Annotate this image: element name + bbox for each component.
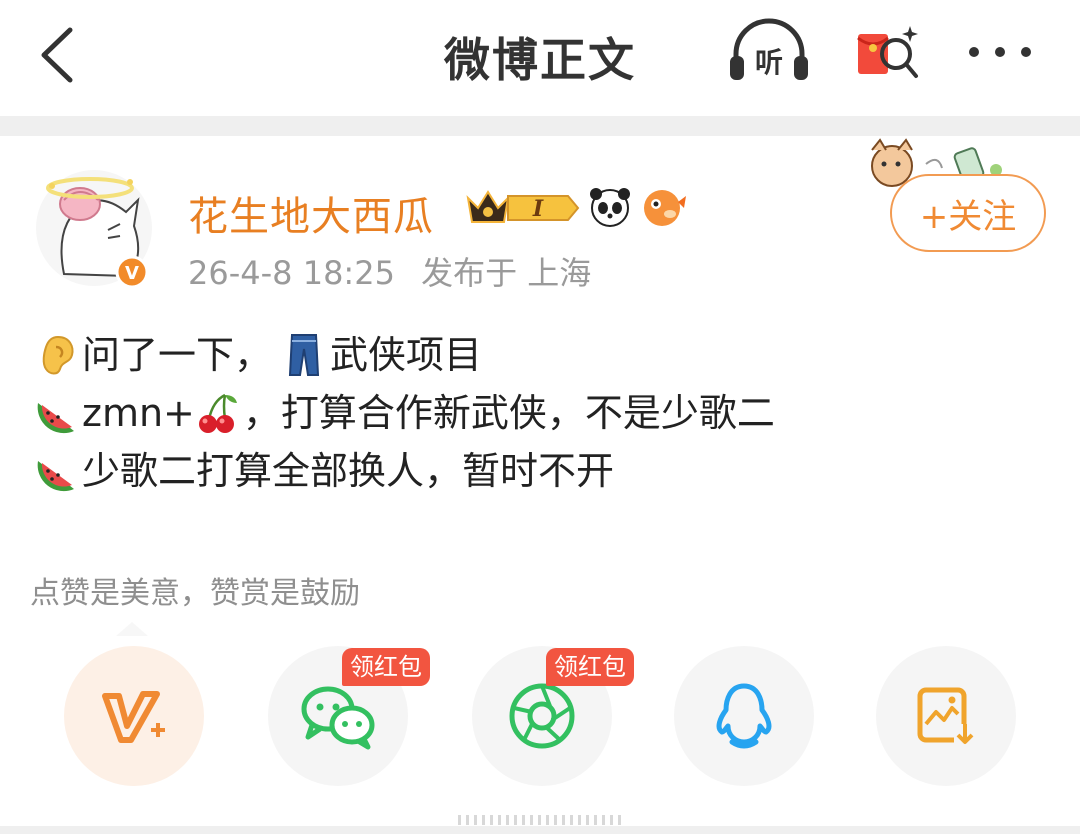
top-bar: 微博正文 听 (0, 0, 1080, 116)
watermelon-emoji-icon (37, 403, 74, 434)
listen-button[interactable]: 听 (724, 16, 814, 86)
cherries-emoji-icon (198, 393, 237, 433)
avatar[interactable]: V (34, 164, 154, 289)
user-badges: I (464, 184, 690, 228)
wechat-red-packet-tag: 领红包 (342, 648, 430, 686)
reward-hint: 点赞是美意，赞赏是鼓励 (30, 576, 360, 611)
bottom-divider (0, 826, 1080, 834)
post-line-1: 问了一下， 武侠项目 (34, 326, 775, 384)
save-image-icon (917, 687, 976, 746)
hint-pointer (116, 622, 148, 636)
post-content: 问了一下， 武侠项目 zmn+ ，打算合作新武侠，不是少歌二 少歌二打算全部换人… (34, 326, 775, 500)
svg-text:I: I (532, 196, 544, 222)
post-location: 发布于 上海 (421, 254, 592, 292)
moments-icon (509, 683, 575, 749)
post-line-2-text-b: ，打算合作新武侠，不是少歌二 (242, 391, 775, 435)
post-line-2-text-a: zmn+ (82, 391, 195, 435)
post-line-3-text: 少歌二打算全部换人，暂时不开 (82, 449, 615, 493)
more-button[interactable] (964, 40, 1036, 64)
post-line-1-text-b: 武侠项目 (330, 333, 483, 377)
follow-button[interactable]: +关注 (890, 174, 1046, 252)
avatar-image: V (36, 170, 152, 289)
post-line-3: 少歌二打算全部换人，暂时不开 (34, 442, 775, 500)
share-qq-button[interactable] (674, 646, 814, 786)
ear-emoji-icon (42, 335, 74, 375)
listen-label: 听 (755, 46, 783, 79)
user-name[interactable]: 花生地大西瓜 (188, 184, 434, 242)
section-divider (0, 116, 1080, 136)
watermelon-emoji-icon (37, 461, 74, 492)
headphones-icon: 听 (730, 18, 808, 80)
save-image-button[interactable] (876, 646, 1016, 786)
more-dots-icon (969, 47, 1031, 57)
crown-level-icon[interactable]: I (466, 190, 580, 223)
wechat-icon (301, 686, 375, 750)
jeans-emoji-icon (288, 334, 320, 376)
post-line-1-text-a: 问了一下， (82, 333, 273, 377)
post-meta: 26-4-8 18:25 发布于 上海 (188, 248, 591, 294)
svg-text:V: V (125, 263, 139, 284)
scroll-indicator (458, 812, 622, 826)
panda-icon[interactable] (590, 188, 630, 227)
red-packet-search-button[interactable] (850, 14, 930, 90)
post-timestamp: 26-4-8 18:25 (188, 254, 395, 292)
qq-penguin-icon (716, 683, 772, 749)
moments-red-packet-tag: 领红包 (546, 648, 634, 686)
post-line-2: zmn+ ，打算合作新武侠，不是少歌二 (34, 384, 775, 442)
vplus-icon (102, 691, 165, 743)
vplus-reward-button[interactable] (64, 646, 204, 786)
red-packet-search-icon (857, 26, 918, 78)
pufferfish-icon[interactable] (644, 190, 686, 226)
